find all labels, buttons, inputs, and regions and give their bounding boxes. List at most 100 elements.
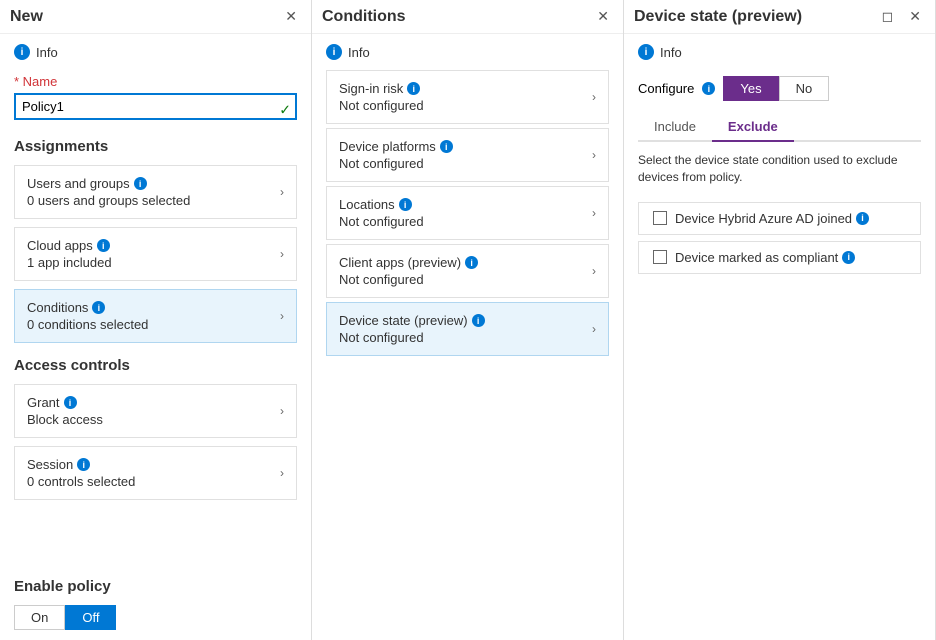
name-input-wrap: ✓ bbox=[0, 91, 311, 128]
users-groups-info-icon: i bbox=[134, 177, 147, 190]
new-panel: New ✕ i Info * Name ✓ Assignments Users … bbox=[0, 0, 312, 640]
grant-value: Block access bbox=[27, 412, 103, 427]
cond-item-content-1: Device platforms i Not configured bbox=[339, 139, 453, 171]
conditions-item-0[interactable]: Sign-in risk i Not configured › bbox=[326, 70, 609, 124]
checkbox-info-icon-0: i bbox=[856, 212, 869, 225]
grant-item[interactable]: Grant i Block access › bbox=[14, 384, 297, 438]
tab-exclude[interactable]: Exclude bbox=[712, 113, 794, 142]
new-info-icon: i bbox=[14, 44, 30, 60]
cond-value-1: Not configured bbox=[339, 156, 453, 171]
checkbox-1[interactable] bbox=[653, 250, 667, 264]
checkbox-info-icon-1: i bbox=[842, 251, 855, 264]
new-panel-close-button[interactable]: ✕ bbox=[281, 6, 301, 27]
cloud-apps-content: Cloud apps i 1 app included bbox=[27, 238, 112, 270]
new-panel-header: New ✕ bbox=[0, 0, 311, 34]
cond-item-content-3: Client apps (preview) i Not configured bbox=[339, 255, 478, 287]
conditions-item-4[interactable]: Device state (preview) i Not configured … bbox=[326, 302, 609, 356]
name-label: * Name bbox=[0, 66, 311, 91]
cond-item-content-4: Device state (preview) i Not configured bbox=[339, 313, 485, 345]
configure-row: Configure i Yes No bbox=[624, 66, 935, 107]
session-item[interactable]: Session i 0 controls selected › bbox=[14, 446, 297, 500]
conditions-info-icon: i bbox=[92, 301, 105, 314]
device-info-icon: i bbox=[638, 44, 654, 60]
cond-chevron-0: › bbox=[592, 90, 596, 104]
config-no-button[interactable]: No bbox=[779, 76, 830, 101]
conditions-chevron: › bbox=[280, 309, 284, 323]
conditions-items: Sign-in risk i Not configured › Device p… bbox=[312, 66, 623, 360]
conditions-content: Conditions i 0 conditions selected bbox=[27, 300, 148, 332]
conditions-panel-close-button[interactable]: ✕ bbox=[593, 6, 613, 27]
access-controls-heading: Access controls bbox=[0, 347, 311, 380]
toggle-off-button[interactable]: Off bbox=[65, 605, 116, 630]
device-panel-close-button[interactable]: ✕ bbox=[905, 6, 925, 27]
users-groups-label: Users and groups i bbox=[27, 176, 190, 191]
assignments-heading: Assignments bbox=[0, 128, 311, 161]
new-info-row: i Info bbox=[0, 34, 311, 66]
session-info-icon: i bbox=[77, 458, 90, 471]
cond-label-4: Device state (preview) i bbox=[339, 313, 485, 328]
checkbox-0[interactable] bbox=[653, 211, 667, 225]
checkbox-label-1: Device marked as compliant i bbox=[675, 250, 855, 265]
cond-value-2: Not configured bbox=[339, 214, 424, 229]
cond-label-0: Sign-in risk i bbox=[339, 81, 424, 96]
device-panel-title: Device state (preview) bbox=[634, 8, 802, 26]
checkbox-row-1[interactable]: Device marked as compliant i bbox=[638, 241, 921, 274]
users-groups-item[interactable]: Users and groups i 0 users and groups se… bbox=[14, 165, 297, 219]
session-value: 0 controls selected bbox=[27, 474, 135, 489]
device-panel-actions: ◻ ✕ bbox=[878, 6, 925, 27]
cond-chevron-3: › bbox=[592, 264, 596, 278]
conditions-info-icon-header: i bbox=[326, 44, 342, 60]
enable-policy-heading: Enable policy bbox=[14, 578, 297, 599]
cond-chevron-1: › bbox=[592, 148, 596, 162]
device-description: Select the device state condition used t… bbox=[624, 142, 935, 196]
new-panel-title: New bbox=[10, 8, 43, 26]
cond-chevron-4: › bbox=[592, 322, 596, 336]
cloud-apps-chevron: › bbox=[280, 247, 284, 261]
cond-label-3: Client apps (preview) i bbox=[339, 255, 478, 270]
config-yes-button[interactable]: Yes bbox=[723, 76, 778, 101]
conditions-item-1[interactable]: Device platforms i Not configured › bbox=[326, 128, 609, 182]
users-groups-value: 0 users and groups selected bbox=[27, 193, 190, 208]
grant-chevron: › bbox=[280, 404, 284, 418]
users-groups-chevron: › bbox=[280, 185, 284, 199]
cond-info-icon-3: i bbox=[465, 256, 478, 269]
cond-label-2: Locations i bbox=[339, 197, 424, 212]
tab-include[interactable]: Include bbox=[638, 113, 712, 142]
cond-info-icon-2: i bbox=[399, 198, 412, 211]
config-btn-group: Yes No bbox=[723, 76, 829, 101]
conditions-item-3[interactable]: Client apps (preview) i Not configured › bbox=[326, 244, 609, 298]
policy-name-input[interactable] bbox=[14, 93, 297, 120]
checkbox-label-0: Device Hybrid Azure AD joined i bbox=[675, 211, 869, 226]
configure-label: Configure bbox=[638, 81, 694, 96]
toggle-group: On Off bbox=[14, 605, 297, 630]
configure-info-icon: i bbox=[702, 82, 715, 95]
enable-policy-section: Enable policy On Off bbox=[0, 568, 311, 640]
device-info-label: Info bbox=[660, 45, 682, 60]
cond-info-icon-0: i bbox=[407, 82, 420, 95]
toggle-on-button[interactable]: On bbox=[14, 605, 65, 630]
checkbox-row-0[interactable]: Device Hybrid Azure AD joined i bbox=[638, 202, 921, 235]
tab-row: Include Exclude bbox=[638, 113, 921, 142]
cond-label-1: Device platforms i bbox=[339, 139, 453, 154]
session-content: Session i 0 controls selected bbox=[27, 457, 135, 489]
cloud-apps-label: Cloud apps i bbox=[27, 238, 112, 253]
cond-info-icon-4: i bbox=[472, 314, 485, 327]
device-panel-header: Device state (preview) ◻ ✕ bbox=[624, 0, 935, 34]
session-label: Session i bbox=[27, 457, 135, 472]
cond-value-3: Not configured bbox=[339, 272, 478, 287]
cloud-apps-item[interactable]: Cloud apps i 1 app included › bbox=[14, 227, 297, 281]
conditions-panel: Conditions ✕ i Info Sign-in risk i Not c… bbox=[312, 0, 624, 640]
conditions-panel-header: Conditions ✕ bbox=[312, 0, 623, 34]
cond-item-content-2: Locations i Not configured bbox=[339, 197, 424, 229]
cond-chevron-2: › bbox=[592, 206, 596, 220]
cloud-apps-info-icon: i bbox=[97, 239, 110, 252]
conditions-info-row: i Info bbox=[312, 34, 623, 66]
checkbox-container: Device Hybrid Azure AD joined i Device m… bbox=[624, 196, 935, 280]
device-panel-restore-button[interactable]: ◻ bbox=[878, 6, 898, 27]
conditions-item[interactable]: Conditions i 0 conditions selected › bbox=[14, 289, 297, 343]
session-chevron: › bbox=[280, 466, 284, 480]
cond-value-0: Not configured bbox=[339, 98, 424, 113]
grant-content: Grant i Block access bbox=[27, 395, 103, 427]
conditions-panel-title: Conditions bbox=[322, 8, 406, 26]
conditions-item-2[interactable]: Locations i Not configured › bbox=[326, 186, 609, 240]
